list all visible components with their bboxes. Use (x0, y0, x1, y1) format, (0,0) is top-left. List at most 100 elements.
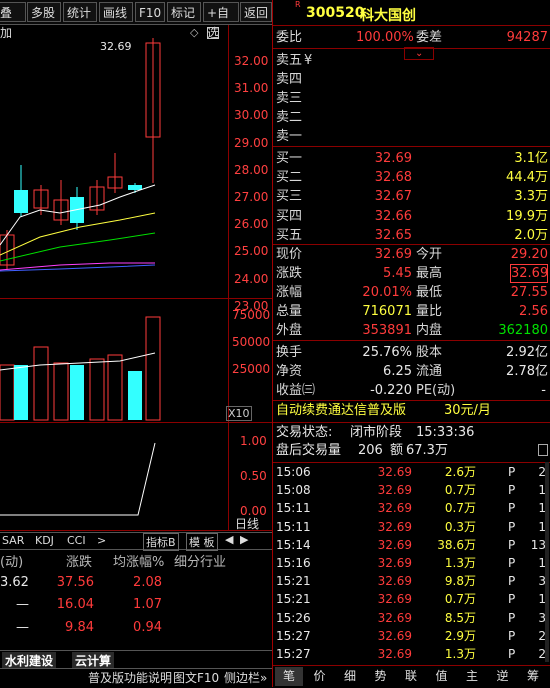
detail-tab[interactable]: 价 (306, 667, 334, 686)
buy-level-volume: 3.1亿 (514, 151, 548, 166)
tick-count: 2 (538, 647, 546, 661)
price-axis-label: 28.00 (234, 162, 269, 177)
fund-row-nav: 净资 6.25 流通 2.78亿 (276, 361, 548, 382)
table-row-1-c2: 1.07 (133, 597, 162, 612)
tick-time: 15:26 (276, 610, 311, 625)
volume-bar-up (33, 346, 49, 421)
ind-axis-0.5: 0.50 (240, 469, 267, 483)
detail-tab[interactable]: 逆 (489, 667, 517, 686)
candle-down (128, 185, 142, 190)
table-row-0-c1: 37.56 (56, 575, 94, 590)
turnover-value: 25.76% (362, 345, 412, 360)
after-hours-label: 盘后交易量 (276, 443, 342, 458)
detail-tab[interactable]: 值 (428, 667, 456, 686)
volume-bar-down (14, 365, 28, 420)
period-label[interactable]: 日线 (235, 515, 259, 532)
ind-axis-1: 1.00 (240, 434, 267, 448)
detail-tab[interactable]: 细 (336, 667, 364, 686)
vol-axis-50000: 50000 (232, 335, 271, 349)
buy-level-price: 32.69 (374, 151, 412, 166)
tick-row: 15:06 32.69 2.6万 P 2 (276, 463, 548, 481)
tick-scrollbar[interactable] (545, 462, 549, 662)
toolbar-stats-button[interactable]: 统计 (63, 2, 97, 22)
tick-flag: P (508, 501, 516, 516)
outer-value: 353891 (362, 323, 412, 338)
tick-flag: P (508, 628, 516, 643)
tick-count: 3 (538, 574, 546, 589)
stock-code: 300520 (306, 5, 365, 21)
pct-value: 20.01% (362, 285, 412, 300)
buy-level-row: 买五 32.65 2.0万 (276, 225, 548, 246)
toolbar-back-button[interactable]: 返回 (240, 2, 272, 22)
template-button[interactable]: 模 板 (186, 533, 218, 551)
tick-flag: P (508, 647, 516, 661)
tick-price: 32.69 (377, 501, 412, 516)
volume-bar-down (70, 365, 84, 420)
tick-row: 15:27 32.69 1.3万 P 2 (276, 645, 548, 663)
detail-tab[interactable]: 主 (458, 667, 486, 686)
high-value: 32.69 (510, 264, 549, 283)
toolbar-mark-button[interactable]: 标记 (167, 2, 201, 22)
tab-more-arrow[interactable]: > (97, 534, 106, 547)
low-label: 最低 (416, 285, 443, 300)
indicator-line (0, 442, 156, 516)
tick-price: 32.69 (377, 647, 412, 661)
detail-tab[interactable]: 联 (397, 667, 425, 686)
tick-row: 15:11 32.69 0.7万 P 1 (276, 499, 548, 517)
tick-flag: P (508, 592, 516, 607)
tab-cci[interactable]: CCI (67, 534, 86, 547)
tick-count: 1 (538, 501, 546, 516)
tick-count: 3 (538, 610, 546, 625)
indicator-b-button[interactable]: 指标B (143, 533, 179, 551)
buy-level-row: 买四 32.66 19.9万 (276, 206, 548, 227)
trade-status-label: 交易状态: (276, 425, 333, 440)
tab-cloud-computing[interactable]: 云计算 (72, 652, 115, 669)
buy-level-volume: 44.4万 (506, 170, 548, 186)
tick-volume: 38.6万 (437, 537, 476, 552)
buy-level-volume: 19.9万 (506, 208, 548, 224)
tab-left-arrow-icon[interactable]: ◀ (225, 533, 233, 546)
tick-time: 15:16 (276, 556, 311, 570)
kline-chart (0, 38, 161, 516)
graphic-f10-link[interactable]: 图文F10 (173, 669, 219, 687)
tick-price: 32.69 (377, 483, 412, 498)
tick-flag: P (508, 574, 516, 589)
sell-1-label: 卖一 (276, 129, 303, 144)
toolbar-overlay-button[interactable]: 叠加 (0, 2, 26, 40)
tick-price: 32.69 (377, 592, 412, 607)
detail-tab[interactable]: 势 (367, 667, 395, 686)
promo-price: 30元/月 (444, 403, 491, 418)
buy-level-row: 买二 32.68 44.4万 (276, 167, 548, 188)
feature-help-link[interactable]: 普及版功能说明 (88, 669, 172, 687)
indicator-line-path (0, 442, 156, 516)
price-label: 现价 (276, 247, 303, 262)
toolbar-multi-stock-button[interactable]: 多股 (27, 2, 61, 22)
price-axis-label: 32.00 (234, 54, 269, 68)
toolbar-add-watchlist-button[interactable]: +自选 (203, 2, 239, 40)
volume-label: 总量 (276, 304, 303, 319)
tick-row: 15:16 32.69 1.3万 P 1 (276, 554, 548, 572)
tab-sar[interactable]: SAR (2, 534, 24, 547)
order-ratio-value: 100.00% (356, 30, 414, 45)
pct-label: 涨幅 (276, 285, 303, 300)
order-ratio-row: 委比 100.00% 委差 94287 (276, 27, 548, 48)
detail-tab[interactable]: 笔 (275, 667, 303, 686)
sidebar-toggle[interactable]: 侧边栏» (224, 669, 267, 687)
buy-level-price: 32.67 (374, 189, 412, 205)
detail-tab[interactable]: 筹 (519, 667, 547, 686)
tick-volume: 0.7万 (444, 483, 476, 498)
tick-volume: 2.6万 (444, 465, 476, 479)
promo-banner[interactable]: 自动续费通达信普及版 30元/月 (276, 401, 548, 421)
price-axis-label: 29.00 (234, 135, 269, 150)
expand-icon[interactable] (538, 444, 548, 456)
promo-text: 自动续费通达信普及版 (276, 403, 407, 418)
toolbar-f10-button[interactable]: F10 (135, 2, 165, 22)
open-label: 今开 (416, 247, 443, 262)
tick-price: 32.69 (377, 519, 412, 534)
tab-right-arrow-icon[interactable]: ▶ (240, 533, 248, 546)
tab-kdj[interactable]: KDJ (35, 534, 54, 547)
volume-bar-up (107, 354, 123, 421)
tab-water-conservancy[interactable]: 水利建设 (2, 652, 57, 669)
toolbar-draw-button[interactable]: 画线 (99, 2, 133, 22)
buy-level-price: 32.65 (374, 227, 412, 243)
